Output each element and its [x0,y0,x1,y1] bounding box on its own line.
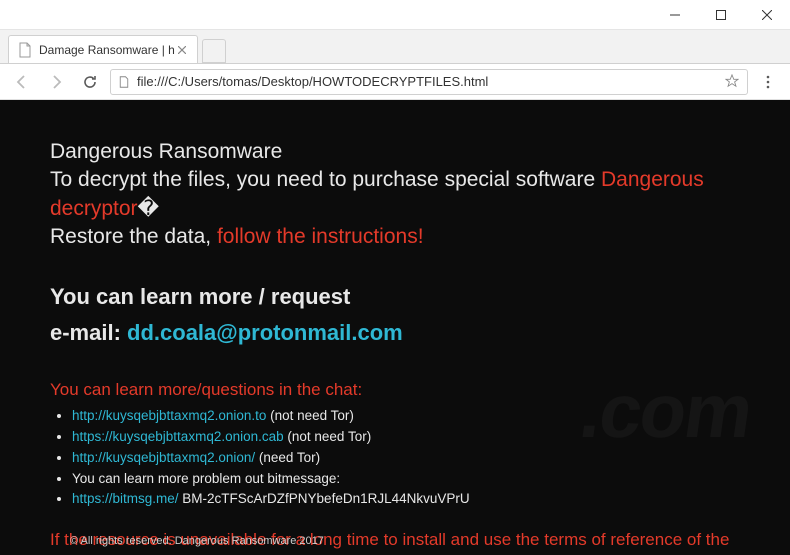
email-label: e-mail: [50,320,127,345]
page-content: Dangerous Ransomware To decrypt the file… [0,100,790,552]
browser-menu-button[interactable] [754,68,782,96]
link-note: (need Tor) [255,450,320,465]
heading-diamond: � [138,197,160,220]
address-bar: file:///C:/Users/tomas/Desktop/HOWTODECR… [0,64,790,100]
learn-more-text: You can learn more / request [50,279,740,314]
link-note: (not need Tor) [284,429,372,444]
browser-tab[interactable]: Damage Ransomware | h [8,35,198,63]
links-list: http://kuysqebjbttaxmq2.onion.to (not ne… [50,406,740,511]
onion-link[interactable]: http://kuysqebjbttaxmq2.onion.to [72,408,266,423]
list-item: http://kuysqebjbttaxmq2.onion.to (not ne… [72,406,740,427]
tab-strip: Damage Ransomware | h [0,30,790,64]
bitmsg-address: BM-2cTFScArDZfPNYbefeDn1RJL44NkvuVPrU [179,491,470,506]
forward-button[interactable] [42,68,70,96]
window-titlebar [0,0,790,30]
bookmark-star-icon[interactable] [725,74,741,90]
list-item: You can learn more problem out bitmessag… [72,469,740,490]
contact-block: You can learn more / request e-mail: dd.… [50,279,740,349]
back-button[interactable] [8,68,36,96]
chat-heading: You can learn more/questions in the chat… [50,380,740,400]
tab-title: Damage Ransomware | h [39,43,175,57]
onion-link[interactable]: http://kuysqebjbttaxmq2.onion/ [72,450,255,465]
bitmessage-label: You can learn more problem out bitmessag… [72,471,340,486]
list-item: https://kuysqebjbttaxmq2.onion.cab (not … [72,427,740,448]
ransom-heading: Dangerous Ransomware To decrypt the file… [50,138,740,251]
contact-email[interactable]: dd.coala@protonmail.com [127,320,403,345]
file-icon [117,75,131,89]
omnibox[interactable]: file:///C:/Users/tomas/Desktop/HOWTODECR… [110,69,748,95]
new-tab-button[interactable] [202,39,226,63]
onion-link[interactable]: https://kuysqebjbttaxmq2.onion.cab [72,429,284,444]
url-text: file:///C:/Users/tomas/Desktop/HOWTODECR… [137,74,719,89]
heading-line3b: follow the instructions! [217,225,424,248]
list-item: http://kuysqebjbttaxmq2.onion/ (need Tor… [72,448,740,469]
heading-line2a: To decrypt the files, you need to purcha… [50,168,601,191]
close-button[interactable] [744,0,790,30]
list-item: https://bitmsg.me/ BM-2cTFScArDZfPNYbefe… [72,489,740,510]
window-controls [652,0,790,29]
heading-line1: Dangerous Ransomware [50,140,282,163]
tab-close-icon[interactable] [175,43,189,57]
file-icon [17,42,33,58]
maximize-button[interactable] [698,0,744,30]
copyright-text: © All rights reserved. Dangerous Ransomw… [70,535,324,547]
heading-line3a: Restore the data, [50,225,217,248]
link-note: (not need Tor) [266,408,354,423]
reload-button[interactable] [76,68,104,96]
page-viewport: .com Dangerous Ransomware To decrypt the… [0,100,790,555]
minimize-button[interactable] [652,0,698,30]
bitmsg-link[interactable]: https://bitmsg.me/ [72,491,179,506]
